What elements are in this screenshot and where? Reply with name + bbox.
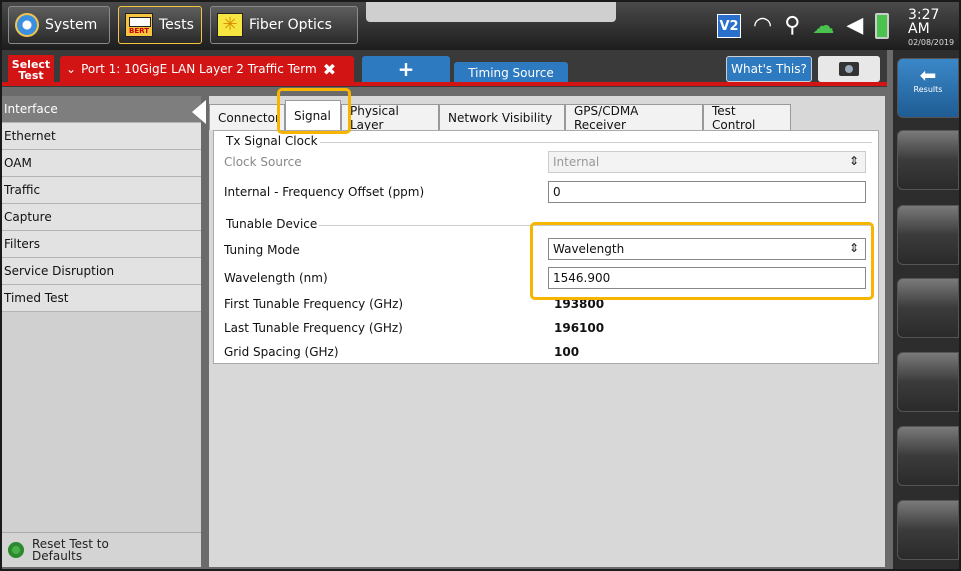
- selection-pointer: [192, 100, 206, 124]
- tests-label: Tests: [159, 17, 194, 33]
- first-freq-label: First Tunable Frequency (GHz): [224, 297, 404, 311]
- camera-icon: [839, 62, 859, 76]
- bert-icon: BERT: [125, 13, 153, 37]
- grid-spacing-value: 100: [554, 345, 580, 359]
- port-test-label: Port 1: 10GigE LAN Layer 2 Traffic Term: [81, 62, 317, 76]
- reset-label: Reset Test to Defaults: [32, 537, 109, 563]
- sidebar: Interface Ethernet OAM Traffic Capture F…: [2, 96, 201, 567]
- back-arrow-icon: ⬅: [919, 63, 937, 87]
- tab-gps-cdma-receiver[interactable]: GPS/CDMA Receiver: [565, 104, 703, 132]
- system-button[interactable]: System: [8, 6, 110, 44]
- soft-key-7[interactable]: [897, 500, 959, 560]
- fiber-optics-icon: ✳: [217, 13, 243, 37]
- app-window: System BERT Tests ✳ Fiber Optics V2 ◠ ⚲ …: [0, 0, 961, 571]
- last-freq-label: Last Tunable Frequency (GHz): [224, 321, 403, 335]
- screenshot-button[interactable]: [818, 56, 880, 82]
- signal-tab-highlight: [277, 88, 351, 134]
- clock-source-label: Clock Source: [224, 155, 302, 169]
- soft-key-2[interactable]: [897, 130, 959, 190]
- battery-icon: [875, 13, 890, 39]
- grid-spacing-label: Grid Spacing (GHz): [224, 345, 339, 359]
- wifi-icon: ◠: [753, 13, 773, 38]
- tx-signal-clock-title: Tx Signal Clock: [224, 134, 320, 148]
- reset-icon: [8, 542, 24, 558]
- system-label: System: [45, 17, 98, 33]
- clock-time: 3:27 AM: [908, 7, 940, 37]
- speaker-icon: ◀: [846, 13, 864, 38]
- close-icon[interactable]: ✖: [323, 60, 336, 79]
- tab-network-visibility[interactable]: Network Visibility: [439, 104, 565, 130]
- main-panel: Connector Signal Physical Layer Network …: [209, 96, 885, 567]
- last-freq-value: 196100: [554, 321, 605, 335]
- fiber-optics-button[interactable]: ✳ Fiber Optics: [210, 6, 358, 44]
- tunable-device-title: Tunable Device: [224, 217, 320, 231]
- right-action-rail: ⬅ Results: [893, 50, 959, 569]
- fiber-optics-label: Fiber Optics: [249, 17, 332, 33]
- sidebar-item-ethernet[interactable]: Ethernet: [2, 123, 201, 150]
- tab-physical-layer[interactable]: Physical Layer: [341, 104, 439, 132]
- gear-icon: [15, 13, 39, 37]
- soft-key-4[interactable]: [897, 278, 959, 338]
- v2-icon: V2: [717, 14, 741, 38]
- tests-button[interactable]: BERT Tests: [118, 6, 202, 44]
- tuning-mode-label: Tuning Mode: [224, 243, 300, 257]
- top-status-bar: System BERT Tests ✳ Fiber Optics V2 ◠ ⚲ …: [2, 2, 959, 50]
- select-arrows-icon: ⇕: [848, 154, 859, 168]
- cloud-icon: ☁: [812, 13, 835, 39]
- sidebar-item-timed-test[interactable]: Timed Test: [2, 285, 201, 312]
- sidebar-item-traffic[interactable]: Traffic: [2, 177, 201, 204]
- soft-key-5[interactable]: [897, 352, 959, 412]
- results-button[interactable]: ⬅ Results: [897, 58, 959, 118]
- clock: 3:27 AM 02/08/2019: [908, 8, 959, 50]
- active-test-indicator: [2, 82, 887, 86]
- clock-source-select: Internal ⇕: [548, 151, 866, 173]
- tx-signal-clock-divider: [226, 142, 872, 143]
- tab-connector[interactable]: Connector: [209, 104, 285, 130]
- clock-date: 02/08/2019: [908, 38, 955, 47]
- select-test-line2: Test: [18, 69, 44, 82]
- sidebar-item-filters[interactable]: Filters: [2, 231, 201, 258]
- select-test-button[interactable]: Select Test: [8, 55, 54, 85]
- reset-test-button[interactable]: Reset Test to Defaults: [2, 532, 201, 567]
- status-icons: V2 ◠ ⚲ ☁ ◀: [717, 10, 890, 42]
- soft-key-6[interactable]: [897, 426, 959, 486]
- soft-key-3[interactable]: [897, 205, 959, 265]
- sidebar-item-oam[interactable]: OAM: [2, 150, 201, 177]
- freq-offset-label: Internal - Frequency Offset (ppm): [224, 185, 425, 199]
- add-test-tab[interactable]: +: [362, 56, 450, 82]
- tab-test-control[interactable]: Test Control: [703, 104, 791, 132]
- results-label: Results: [913, 85, 943, 94]
- location-pin-icon: ⚲: [784, 13, 801, 38]
- chevron-down-icon: ⌄: [66, 62, 77, 76]
- sidebar-item-capture[interactable]: Capture: [2, 204, 201, 231]
- freq-offset-field[interactable]: 0: [548, 181, 866, 203]
- top-pull-tab[interactable]: [366, 2, 616, 22]
- wavelength-label: Wavelength (nm): [224, 271, 328, 285]
- sidebar-item-service-disruption[interactable]: Service Disruption: [2, 258, 201, 285]
- tuning-fields-highlight: [530, 222, 874, 300]
- timing-source-tab[interactable]: Timing Source: [454, 62, 568, 84]
- clock-source-value: Internal: [553, 155, 600, 169]
- port-test-tab[interactable]: ⌄ Port 1: 10GigE LAN Layer 2 Traffic Ter…: [60, 56, 354, 82]
- whats-this-button[interactable]: What's This?: [726, 56, 812, 82]
- sidebar-item-interface[interactable]: Interface: [2, 96, 201, 123]
